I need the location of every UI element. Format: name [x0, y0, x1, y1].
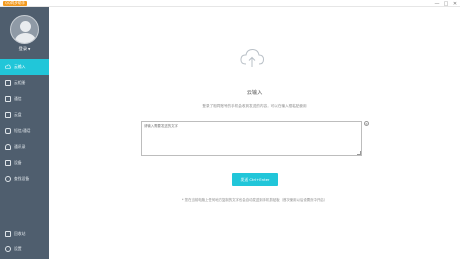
settings-icon — [5, 245, 11, 252]
sidebar-item-cloud-input[interactable]: 云输入 — [0, 59, 49, 75]
cloud-disk-icon — [5, 112, 11, 118]
contacts-icon — [5, 96, 11, 102]
sidebar-item-label: 云盘 — [14, 112, 22, 117]
resize-handle-icon[interactable] — [357, 151, 361, 155]
sidebar-item-find-device[interactable]: 查找设备 — [0, 171, 49, 187]
find-device-icon — [5, 176, 11, 182]
sidebar-item-contacts[interactable]: 通信 — [0, 91, 49, 107]
sidebar-item-label: 回收站 — [14, 230, 26, 236]
login-dropdown[interactable]: 登录▼ — [0, 46, 49, 52]
main-panel: 云输入 登录了相同账号的手机会收到发送的内容，可以在输入框粘贴使用 × 发送 C… — [49, 7, 460, 259]
sidebar: 登录▼ 云输入 云相册 通信 云盘 短信/通话 通讯录 设备 查找设备 回收站 … — [0, 7, 49, 259]
avatar-body-shape — [15, 33, 36, 43]
app-title: QQ同步助手 — [3, 1, 28, 6]
page-title: 云输入 — [246, 90, 263, 96]
sidebar-item-settings[interactable]: 设置 — [0, 241, 49, 256]
sidebar-bottom-menu: 回收站 设置 — [0, 226, 49, 256]
sidebar-item-cloud-disk[interactable]: 云盘 — [0, 107, 49, 123]
login-label: 登录 — [18, 46, 28, 51]
sidebar-item-label: 设置 — [14, 245, 22, 251]
sidebar-item-label: 查找设备 — [14, 176, 30, 181]
sidebar-item-label: 通讯录 — [14, 144, 26, 149]
message-input[interactable] — [141, 121, 362, 156]
photo-album-icon — [5, 80, 11, 86]
sidebar-item-device[interactable]: 设备 — [0, 155, 49, 171]
sidebar-item-sms[interactable]: 短信/通话 — [0, 123, 49, 139]
avatar-head-shape — [20, 21, 31, 32]
sidebar-item-label: 通信 — [14, 96, 22, 101]
close-button[interactable]: ✕ — [452, 1, 458, 7]
avatar[interactable] — [10, 15, 39, 44]
chevron-down-icon: ▼ — [28, 47, 31, 51]
minimize-button[interactable]: — — [434, 1, 440, 7]
cloud-upload-icon — [240, 48, 265, 67]
sms-icon — [5, 128, 11, 134]
footnote: * 您在当前电脑上任何地方复制的文字也会自动发送到手机剪贴板（首次使用以后设置页… — [181, 198, 328, 202]
sidebar-item-recycle-bin[interactable]: 回收站 — [0, 226, 49, 241]
sidebar-item-label: 云输入 — [14, 64, 26, 69]
device-icon — [5, 160, 11, 166]
title-bar: QQ同步助手 — □ ✕ — [0, 0, 460, 7]
sidebar-item-label: 设备 — [14, 160, 22, 165]
maximize-button[interactable]: □ — [443, 1, 449, 7]
sidebar-item-label: 短信/通话 — [14, 128, 31, 133]
recycle-bin-icon — [5, 230, 11, 237]
send-button[interactable]: 发送 Ctrl+Enter — [232, 173, 278, 186]
sidebar-menu: 云输入 云相册 通信 云盘 短信/通话 通讯录 设备 查找设备 — [0, 59, 49, 187]
sidebar-item-photo-album[interactable]: 云相册 — [0, 75, 49, 91]
address-book-icon — [5, 144, 11, 150]
cloud-input-icon — [5, 64, 11, 70]
page-description: 登录了相同账号的手机会收到发送的内容，可以在输入框粘贴使用 — [202, 104, 307, 108]
clear-icon[interactable]: × — [364, 121, 369, 126]
sidebar-item-address-book[interactable]: 通讯录 — [0, 139, 49, 155]
sidebar-item-label: 云相册 — [14, 80, 26, 85]
window-controls: — □ ✕ — [434, 0, 458, 7]
